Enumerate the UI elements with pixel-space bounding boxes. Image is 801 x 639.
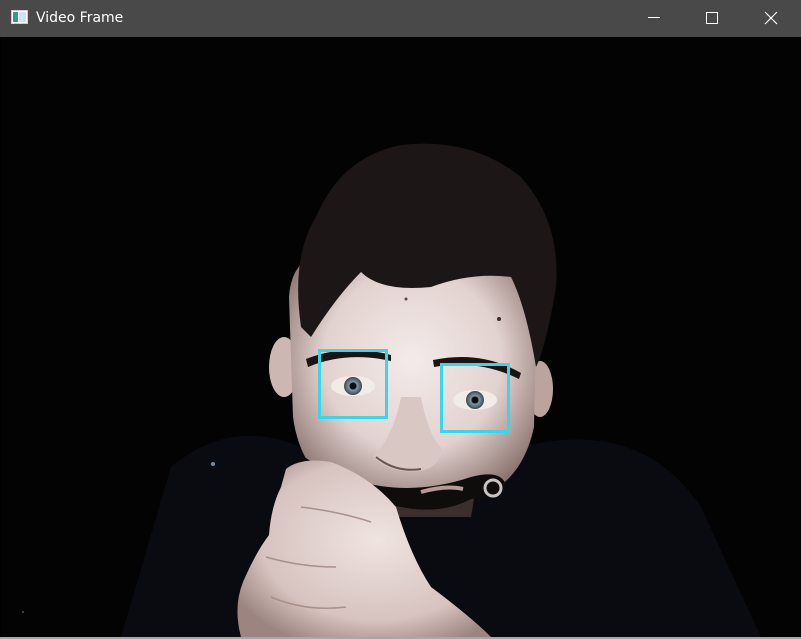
video-frame-window: Video Frame bbox=[0, 0, 801, 639]
title-bar[interactable]: Video Frame bbox=[0, 0, 801, 37]
window-title: Video Frame bbox=[36, 10, 124, 26]
opencv-window-icon bbox=[11, 10, 28, 24]
camera-image bbox=[1, 37, 800, 637]
close-icon bbox=[764, 11, 778, 25]
minimize-icon bbox=[648, 17, 660, 18]
eye-detection-box-left bbox=[318, 349, 388, 419]
eye-detection-box-right bbox=[440, 363, 510, 433]
maximize-button[interactable] bbox=[684, 0, 742, 37]
minimize-button[interactable] bbox=[626, 0, 684, 37]
maximize-icon bbox=[706, 12, 718, 24]
video-frame bbox=[1, 37, 800, 637]
close-button[interactable] bbox=[742, 0, 800, 37]
